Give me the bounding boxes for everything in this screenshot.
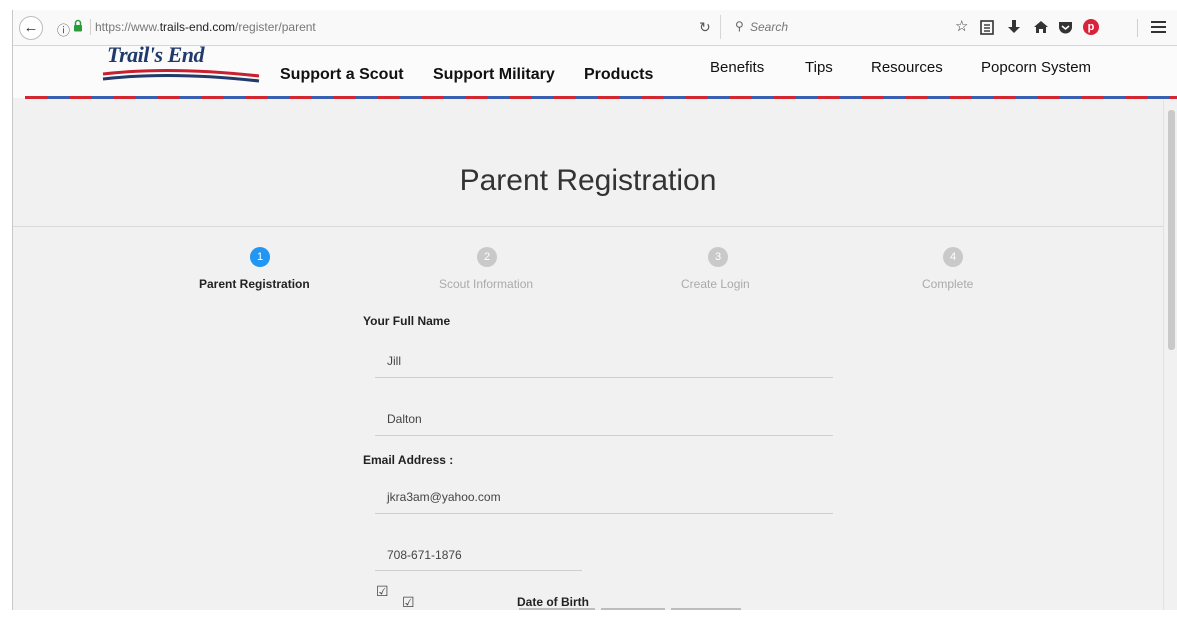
phone-underline [375, 570, 582, 571]
pinterest-icon[interactable]: p [1083, 19, 1099, 35]
browser-window: ← ⓘ https://www.trails-end.com/register/… [12, 10, 1177, 610]
nav-tips[interactable]: Tips [805, 59, 833, 76]
step-3-label: Create Login [681, 277, 750, 291]
step-4-label: Complete [922, 277, 974, 291]
nav-products[interactable]: Products [584, 66, 653, 84]
home-icon[interactable] [1033, 19, 1049, 35]
nav-support-military[interactable]: Support Military [433, 66, 555, 84]
first-name-underline [375, 377, 833, 378]
step-3-indicator: 3 [708, 247, 728, 267]
first-name-input[interactable]: Jill [387, 354, 401, 368]
nav-resources[interactable]: Resources [871, 59, 943, 76]
step-2-label: Scout Information [439, 277, 534, 291]
search-icon: ⚲ [735, 19, 744, 33]
search-placeholder: Search [750, 20, 789, 34]
lock-icon[interactable] [73, 19, 83, 32]
toolbar-separator [1137, 19, 1138, 37]
info-icon[interactable]: ⓘ [57, 20, 70, 39]
email-underline [375, 513, 833, 514]
step-1-indicator: 1 [250, 247, 270, 267]
nav-support-a-scout[interactable]: Support a Scout [280, 66, 404, 84]
dob-year-field[interactable] [671, 608, 741, 610]
url-path: /register/parent [235, 20, 316, 34]
step-4-indicator: 4 [943, 247, 963, 267]
logo-swoosh-icon [102, 68, 260, 83]
nav-popcorn-system[interactable]: Popcorn System [981, 59, 1091, 76]
url-domain: trails-end.com [159, 20, 236, 34]
bookmark-star-icon[interactable]: ☆ [955, 18, 968, 36]
search-input[interactable]: ⚲ Search [720, 15, 938, 39]
site-header: Trail's End Support a Scout Support Mili… [13, 42, 1177, 98]
logo-text: Trail's End [107, 42, 205, 67]
download-icon[interactable] [1007, 19, 1021, 35]
email-input[interactable]: jkra3am@yahoo.com [387, 490, 501, 504]
back-arrow-icon[interactable]: ← [19, 16, 43, 40]
url-separator [90, 19, 91, 35]
page-title: Parent Registration [459, 164, 717, 197]
date-of-birth-label: Date of Birth [517, 595, 589, 609]
reload-icon[interactable]: ↻ [699, 19, 711, 36]
step-1-label: Parent Registration [199, 277, 310, 291]
trails-end-logo[interactable]: Trail's End [101, 42, 261, 90]
dob-month-field[interactable] [519, 608, 595, 610]
url-prefix: https://www. [95, 20, 160, 34]
pocket-icon[interactable] [1058, 20, 1073, 34]
email-label: Email Address : [363, 453, 454, 467]
title-divider [13, 226, 1163, 227]
checkbox-2[interactable]: ☑ [402, 594, 415, 610]
browser-toolbar: ← ⓘ https://www.trails-end.com/register/… [13, 10, 1177, 46]
header-stripe [25, 96, 1177, 99]
page-scrollbar[interactable] [1163, 100, 1177, 610]
full-name-label: Your Full Name [363, 314, 451, 328]
reading-list-icon[interactable] [980, 20, 994, 35]
nav-benefits[interactable]: Benefits [710, 59, 764, 76]
url-bar[interactable]: https://www.trails-end.com/register/pare… [95, 20, 316, 34]
dob-day-field[interactable] [601, 608, 665, 610]
last-name-input[interactable]: Dalton [387, 412, 422, 426]
phone-input[interactable]: 708-671-1876 [387, 548, 462, 562]
last-name-underline [375, 435, 833, 436]
step-2-indicator: 2 [477, 247, 497, 267]
scrollbar-thumb[interactable] [1168, 110, 1175, 350]
checkbox-1[interactable]: ☑ [376, 583, 389, 600]
menu-icon[interactable] [1151, 21, 1166, 33]
page-content: Parent Registration 1 Parent Registratio… [13, 100, 1163, 610]
